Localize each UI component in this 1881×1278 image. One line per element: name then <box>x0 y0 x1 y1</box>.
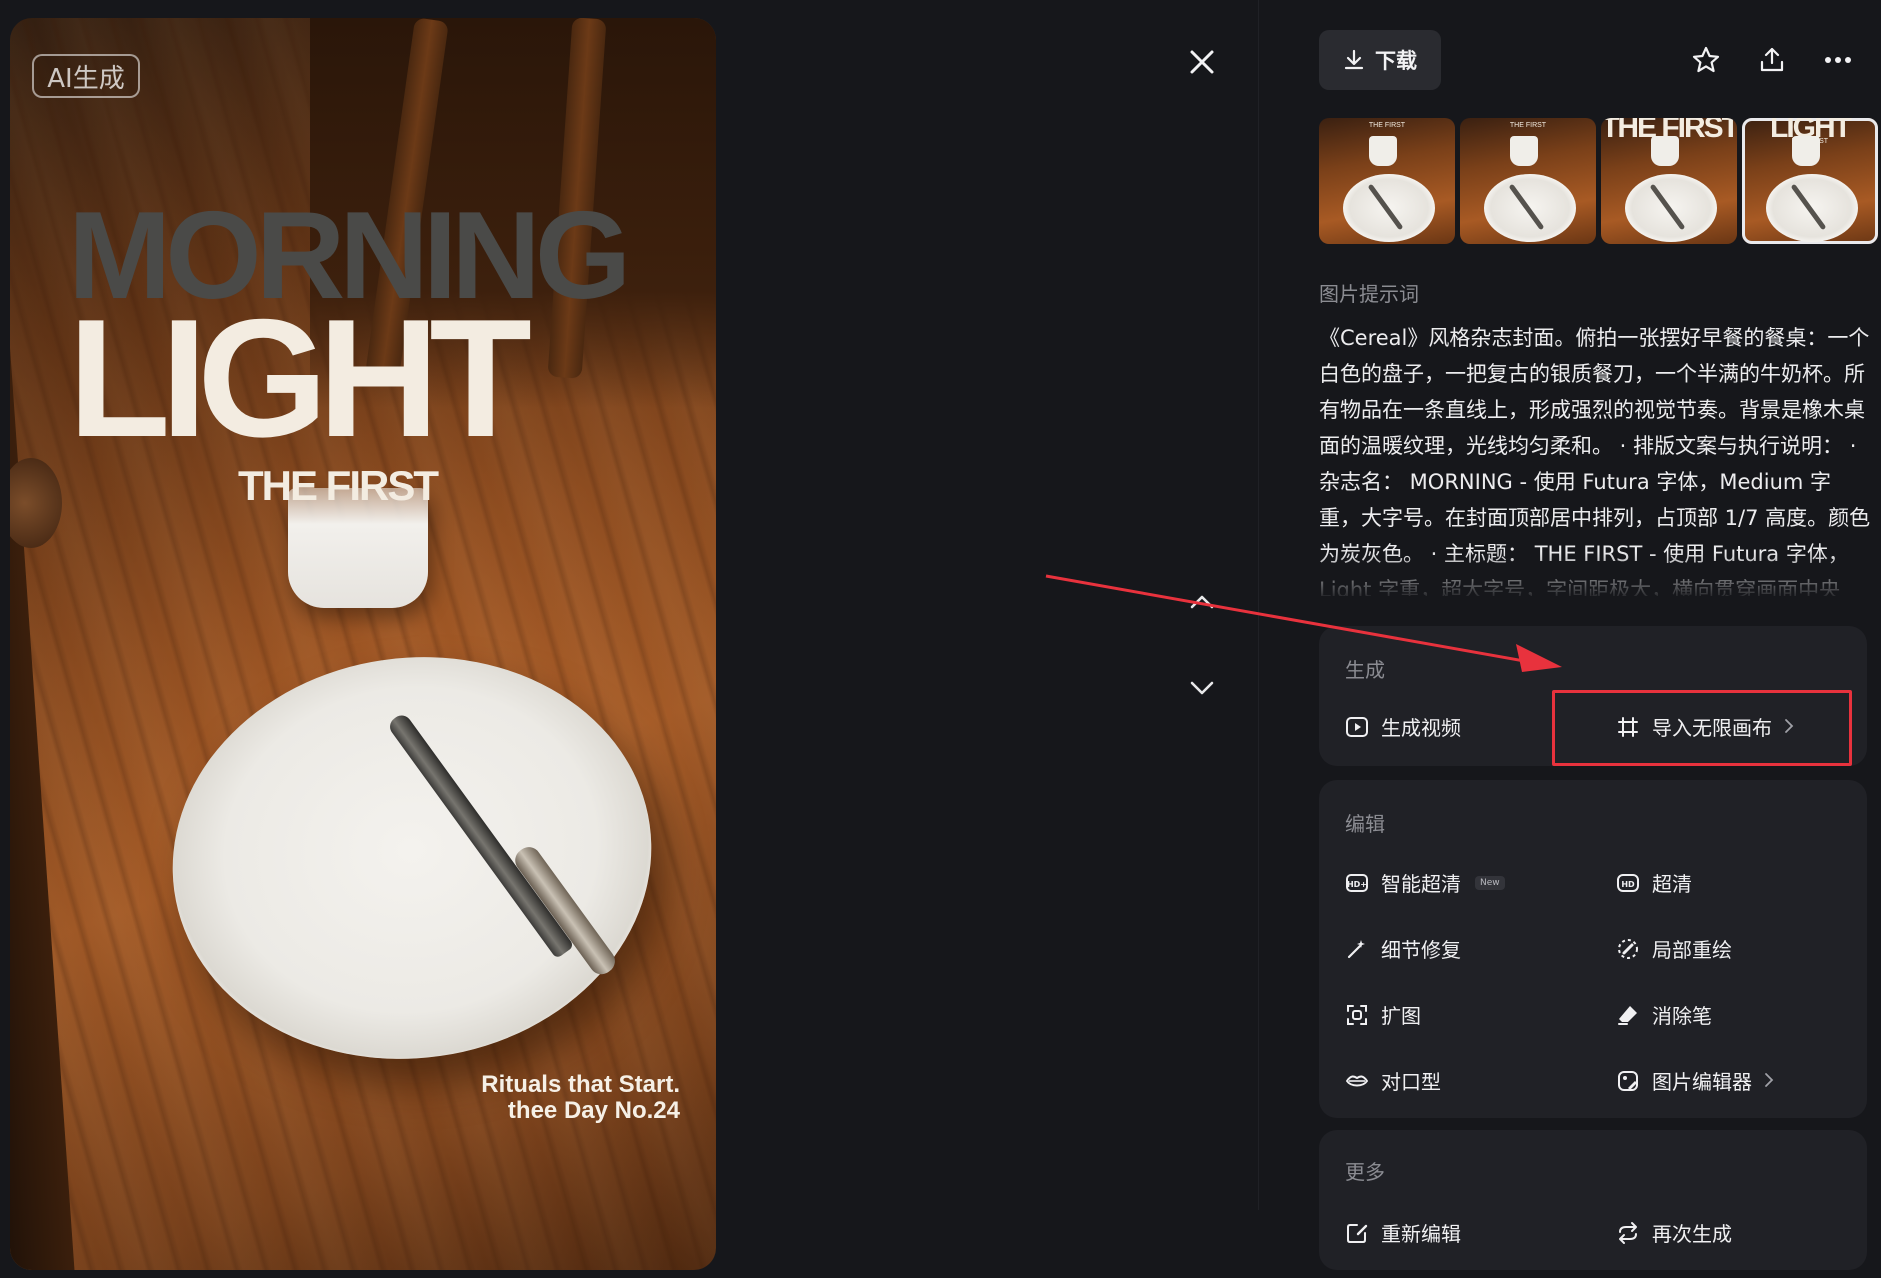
previous-image-button[interactable] <box>1180 580 1224 624</box>
download-label: 下载 <box>1375 49 1417 73</box>
eraser-icon <box>1616 1003 1640 1027</box>
thumbnail-glass <box>1510 136 1538 166</box>
more-section: 更多 重新编辑 再次生成 <box>1319 1130 1867 1270</box>
eraser-button[interactable]: 消除笔 <box>1616 1000 1712 1029</box>
edit-section: 编辑 HD+ 智能超清 New HD 超清 细节修复 局部重绘 扩图 消除笔 对… <box>1319 780 1867 1118</box>
refresh-icon <box>1616 1221 1640 1245</box>
lips-icon <box>1345 1069 1369 1093</box>
canvas-crop-icon <box>1616 715 1640 739</box>
image-editor-button[interactable]: 图片编辑器 <box>1616 1066 1774 1095</box>
smart-upscale-label: 智能超清 <box>1381 872 1461 896</box>
re-edit-button[interactable]: 重新编辑 <box>1345 1218 1461 1247</box>
thumbnail-subtitle: THE FIRST <box>1368 122 1406 129</box>
image-edit-icon <box>1616 1069 1640 1093</box>
generate-section-title: 生成 <box>1345 658 1385 682</box>
detail-fix-label: 细节修复 <box>1381 938 1461 962</box>
thumbnail-3[interactable]: THE FIRST <box>1601 118 1737 244</box>
edit-square-icon <box>1345 1221 1369 1245</box>
panel-divider <box>1258 0 1259 1210</box>
generate-video-button[interactable]: 生成视频 <box>1345 712 1461 741</box>
more-options-button[interactable] <box>1818 40 1858 80</box>
lip-sync-button[interactable]: 对口型 <box>1345 1066 1441 1095</box>
brush-circle-icon <box>1616 937 1640 961</box>
chevron-up-icon <box>1190 595 1214 609</box>
more-section-title: 更多 <box>1345 1160 1385 1184</box>
inpaint-label: 局部重绘 <box>1652 938 1732 962</box>
magazine-title-light: LIGHT <box>68 284 532 472</box>
expand-image-button[interactable]: 扩图 <box>1345 1000 1421 1029</box>
import-infinite-canvas-button[interactable]: 导入无限画布 <box>1616 712 1794 741</box>
regenerate-label: 再次生成 <box>1652 1222 1732 1246</box>
prompt-text[interactable]: 《Cereal》风格杂志封面。俯拍一张摆好早餐的餐桌：一个白色的盘子，一把复古的… <box>1319 320 1871 596</box>
svg-text:HD+: HD+ <box>1347 880 1367 889</box>
play-video-icon <box>1345 715 1369 739</box>
more-icon <box>1825 57 1851 63</box>
cover-tagline-line2: thee Day No.24 <box>507 1097 680 1124</box>
chevron-right-icon <box>1784 715 1794 739</box>
re-edit-label: 重新编辑 <box>1381 1222 1461 1246</box>
chevron-right-icon <box>1764 1069 1774 1093</box>
regenerate-button[interactable]: 再次生成 <box>1616 1218 1732 1247</box>
hd-icon: HD <box>1616 871 1640 895</box>
hd-upscale-button[interactable]: HD 超清 <box>1616 868 1692 897</box>
thumbnail-glass <box>1651 136 1679 166</box>
ai-generated-badge: AI生成 <box>32 54 140 98</box>
inpaint-button[interactable]: 局部重绘 <box>1616 934 1732 963</box>
cover-tagline: Rituals that Start. thee Day No.24 <box>360 1072 680 1124</box>
hd-plus-icon: HD+ <box>1345 871 1369 895</box>
thumbnail-1[interactable]: THE FIRST <box>1319 118 1455 244</box>
smart-upscale-button[interactable]: HD+ 智能超清 New <box>1345 868 1505 897</box>
hd-upscale-label: 超清 <box>1652 872 1692 896</box>
thumbnail-glass <box>1792 136 1820 166</box>
variation-thumbnails: THE FIRST THE FIRST THE FIRST LIGHT THE … <box>1319 118 1879 246</box>
thumbnail-2[interactable]: THE FIRST <box>1460 118 1596 244</box>
chevron-down-icon <box>1190 681 1214 695</box>
thumbnail-4[interactable]: LIGHT THE FIRST <box>1742 118 1878 244</box>
generated-image-preview[interactable]: MORNING LIGHT THE FIRST Rituals that Sta… <box>10 18 716 1270</box>
plate-graphic <box>146 626 678 1090</box>
close-button[interactable] <box>1180 40 1224 84</box>
prompt-label: 图片提示词 <box>1319 282 1419 306</box>
magic-wand-icon <box>1345 937 1369 961</box>
thumbnail-subtitle: THE FIRST <box>1509 122 1547 129</box>
edit-section-title: 编辑 <box>1345 812 1385 836</box>
generate-video-label: 生成视频 <box>1381 716 1461 740</box>
close-icon <box>1190 50 1214 74</box>
next-image-button[interactable] <box>1180 666 1224 710</box>
image-editor-label: 图片编辑器 <box>1652 1070 1752 1094</box>
download-button[interactable]: 下载 <box>1319 30 1441 90</box>
share-icon <box>1760 47 1784 72</box>
expand-image-label: 扩图 <box>1381 1004 1421 1028</box>
lip-sync-label: 对口型 <box>1381 1070 1441 1094</box>
new-badge: New <box>1475 875 1505 890</box>
app-stage: MORNING LIGHT THE FIRST Rituals that Sta… <box>0 0 1881 1278</box>
share-button[interactable] <box>1752 40 1792 80</box>
import-infinite-canvas-label: 导入无限画布 <box>1652 716 1772 740</box>
expand-frame-icon <box>1345 1003 1369 1027</box>
svg-text:HD: HD <box>1621 880 1635 889</box>
eraser-label: 消除笔 <box>1652 1004 1712 1028</box>
thumbnail-glass <box>1369 136 1397 166</box>
favorite-button[interactable] <box>1686 40 1726 80</box>
cover-tagline-line1: Rituals that Start. <box>481 1071 680 1098</box>
generate-section: 生成 生成视频 导入无限画布 <box>1319 626 1867 766</box>
bowl-graphic <box>10 458 62 548</box>
star-icon <box>1692 46 1720 73</box>
detail-fix-button[interactable]: 细节修复 <box>1345 934 1461 963</box>
magazine-subtitle: THE FIRST <box>238 462 439 509</box>
download-icon <box>1344 49 1364 70</box>
